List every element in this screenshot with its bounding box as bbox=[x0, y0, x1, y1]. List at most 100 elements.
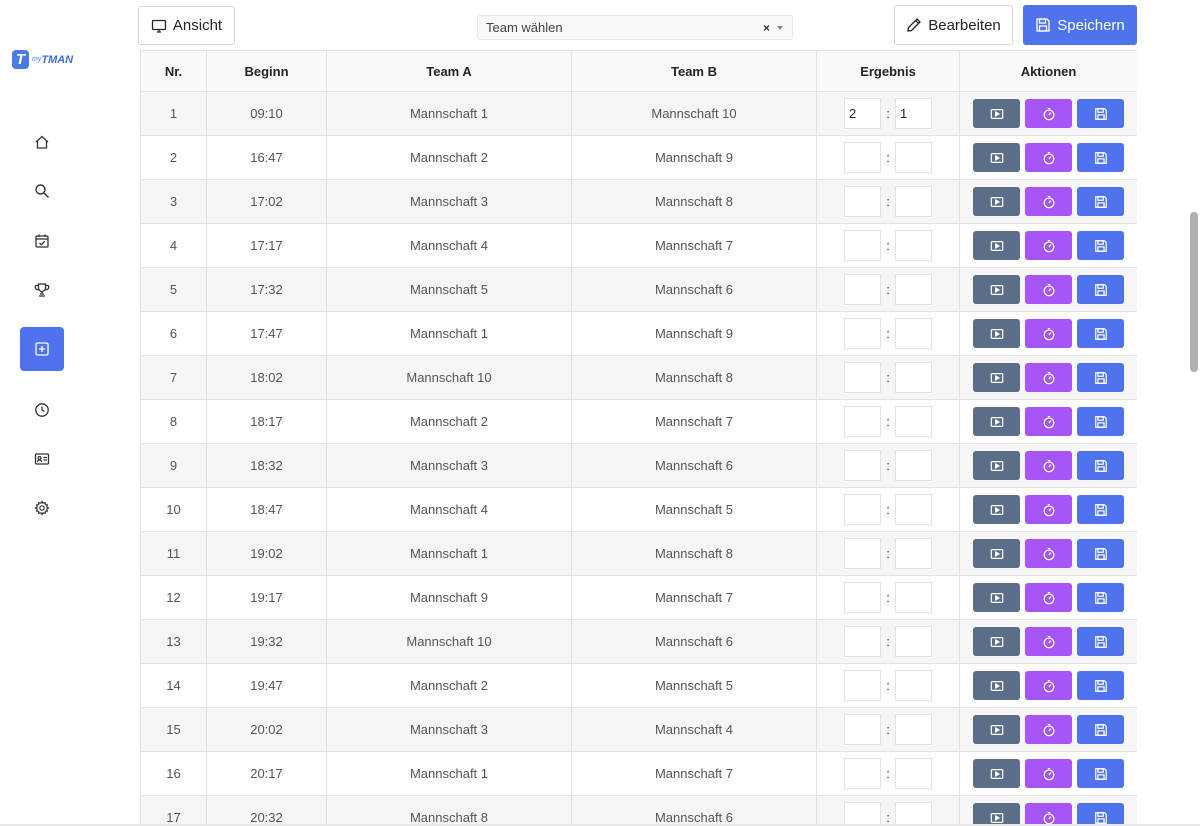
start-match-button[interactable] bbox=[973, 583, 1020, 612]
start-match-button[interactable] bbox=[973, 143, 1020, 172]
score-a-input[interactable] bbox=[844, 362, 881, 393]
save-result-button[interactable] bbox=[1077, 671, 1124, 700]
timer-button[interactable] bbox=[1025, 275, 1072, 304]
start-match-button[interactable] bbox=[973, 363, 1020, 392]
score-b-input[interactable] bbox=[895, 802, 932, 826]
start-match-button[interactable] bbox=[973, 671, 1020, 700]
nav-home[interactable] bbox=[20, 120, 64, 164]
timer-button[interactable] bbox=[1025, 715, 1072, 744]
save-result-button[interactable] bbox=[1077, 495, 1124, 524]
start-match-button[interactable] bbox=[973, 451, 1020, 480]
timer-button[interactable] bbox=[1025, 99, 1072, 128]
save-result-button[interactable] bbox=[1077, 715, 1124, 744]
score-b-input[interactable] bbox=[895, 626, 932, 657]
timer-button[interactable] bbox=[1025, 143, 1072, 172]
app-logo[interactable]: T my TMAN bbox=[12, 50, 73, 69]
header-begin[interactable]: Beginn bbox=[206, 50, 327, 92]
score-a-input[interactable] bbox=[844, 582, 881, 613]
score-a-input[interactable] bbox=[844, 230, 881, 261]
score-a-input[interactable] bbox=[844, 142, 881, 173]
save-result-button[interactable] bbox=[1077, 231, 1124, 260]
score-b-input[interactable] bbox=[895, 186, 932, 217]
start-match-button[interactable] bbox=[973, 99, 1020, 128]
edit-button[interactable]: Bearbeiten bbox=[894, 5, 1013, 45]
score-a-input[interactable] bbox=[844, 274, 881, 305]
nav-trophy[interactable] bbox=[20, 268, 64, 312]
start-match-button[interactable] bbox=[973, 319, 1020, 348]
team-select[interactable]: Team wählen × bbox=[477, 15, 793, 40]
score-a-input[interactable] bbox=[844, 714, 881, 745]
score-a-input[interactable] bbox=[844, 494, 881, 525]
timer-button[interactable] bbox=[1025, 495, 1072, 524]
save-result-button[interactable] bbox=[1077, 803, 1124, 826]
score-b-input[interactable] bbox=[895, 362, 932, 393]
timer-button[interactable] bbox=[1025, 671, 1072, 700]
score-a-input[interactable] bbox=[844, 538, 881, 569]
view-button[interactable]: Ansicht bbox=[138, 6, 235, 45]
save-result-button[interactable] bbox=[1077, 627, 1124, 656]
timer-button[interactable] bbox=[1025, 627, 1072, 656]
header-team-b[interactable]: Team B bbox=[571, 50, 817, 92]
score-b-input[interactable] bbox=[895, 406, 932, 437]
score-a-input[interactable] bbox=[844, 626, 881, 657]
score-a-input[interactable] bbox=[844, 186, 881, 217]
score-b-input[interactable] bbox=[895, 450, 932, 481]
score-b-input[interactable] bbox=[895, 230, 932, 261]
clear-icon[interactable]: × bbox=[763, 21, 770, 35]
save-result-button[interactable] bbox=[1077, 759, 1124, 788]
start-match-button[interactable] bbox=[973, 803, 1020, 826]
score-a-input[interactable] bbox=[844, 406, 881, 437]
nav-history[interactable] bbox=[20, 388, 64, 432]
save-result-button[interactable] bbox=[1077, 583, 1124, 612]
timer-button[interactable] bbox=[1025, 407, 1072, 436]
save-result-button[interactable] bbox=[1077, 143, 1124, 172]
save-result-button[interactable] bbox=[1077, 319, 1124, 348]
score-a-input[interactable] bbox=[844, 670, 881, 701]
nav-search[interactable] bbox=[20, 169, 64, 213]
header-nr[interactable]: Nr. bbox=[140, 50, 207, 92]
score-a-input[interactable] bbox=[844, 758, 881, 789]
score-a-input[interactable] bbox=[844, 450, 881, 481]
start-match-button[interactable] bbox=[973, 231, 1020, 260]
start-match-button[interactable] bbox=[973, 715, 1020, 744]
score-b-input[interactable] bbox=[895, 142, 932, 173]
save-result-button[interactable] bbox=[1077, 187, 1124, 216]
score-a-input[interactable] bbox=[844, 318, 881, 349]
start-match-button[interactable] bbox=[973, 627, 1020, 656]
score-b-input[interactable] bbox=[895, 318, 932, 349]
start-match-button[interactable] bbox=[973, 187, 1020, 216]
save-result-button[interactable] bbox=[1077, 275, 1124, 304]
scrollbar-thumb[interactable] bbox=[1190, 212, 1198, 372]
save-result-button[interactable] bbox=[1077, 407, 1124, 436]
timer-button[interactable] bbox=[1025, 451, 1072, 480]
save-result-button[interactable] bbox=[1077, 539, 1124, 568]
score-b-input[interactable] bbox=[895, 494, 932, 525]
timer-button[interactable] bbox=[1025, 187, 1072, 216]
save-result-button[interactable] bbox=[1077, 363, 1124, 392]
save-result-button[interactable] bbox=[1077, 99, 1124, 128]
score-b-input[interactable] bbox=[895, 538, 932, 569]
save-result-button[interactable] bbox=[1077, 451, 1124, 480]
score-b-input[interactable] bbox=[895, 758, 932, 789]
start-match-button[interactable] bbox=[973, 539, 1020, 568]
timer-button[interactable] bbox=[1025, 803, 1072, 826]
start-match-button[interactable] bbox=[973, 759, 1020, 788]
nav-profile[interactable] bbox=[20, 437, 64, 481]
save-button[interactable]: Speichern bbox=[1023, 5, 1137, 45]
start-match-button[interactable] bbox=[973, 275, 1020, 304]
header-team-a[interactable]: Team A bbox=[326, 50, 572, 92]
score-a-input[interactable]: 2 bbox=[844, 98, 881, 129]
timer-button[interactable] bbox=[1025, 583, 1072, 612]
score-b-input[interactable] bbox=[895, 670, 932, 701]
start-match-button[interactable] bbox=[973, 495, 1020, 524]
score-b-input[interactable]: 1 bbox=[895, 98, 932, 129]
score-b-input[interactable] bbox=[895, 274, 932, 305]
score-a-input[interactable] bbox=[844, 802, 881, 826]
timer-button[interactable] bbox=[1025, 539, 1072, 568]
timer-button[interactable] bbox=[1025, 759, 1072, 788]
start-match-button[interactable] bbox=[973, 407, 1020, 436]
timer-button[interactable] bbox=[1025, 319, 1072, 348]
nav-settings[interactable] bbox=[20, 486, 64, 530]
timer-button[interactable] bbox=[1025, 363, 1072, 392]
score-b-input[interactable] bbox=[895, 714, 932, 745]
